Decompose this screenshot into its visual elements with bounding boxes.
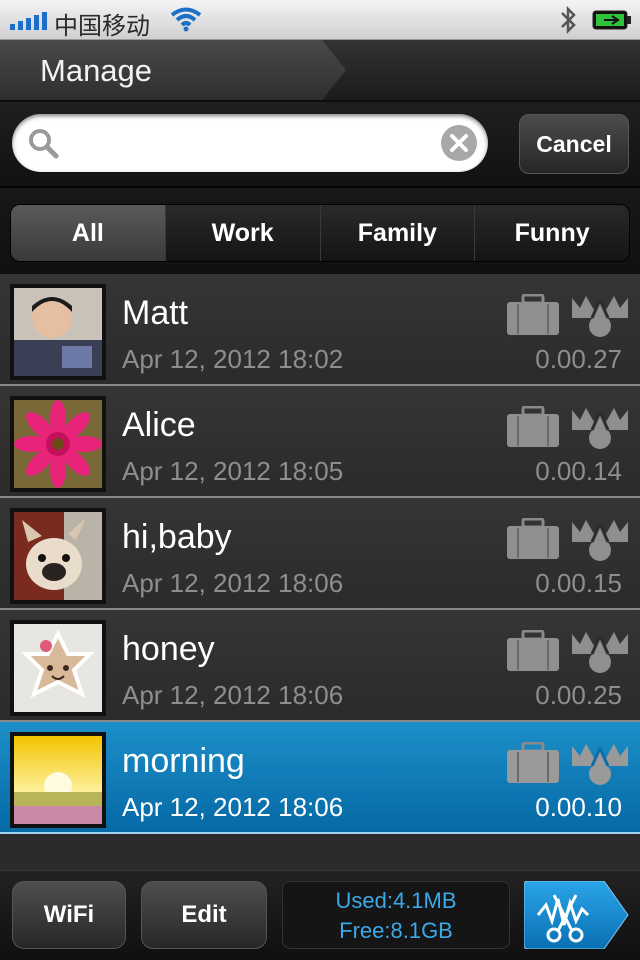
recording-duration: 0.00.15 <box>535 568 622 598</box>
thumbnail-pink-flower <box>10 396 106 492</box>
recording-date: Apr 12, 2012 18:06 <box>122 568 344 598</box>
recording-duration: 0.00.27 <box>535 344 622 374</box>
record-cut-button[interactable] <box>524 881 630 949</box>
clear-search-icon[interactable] <box>440 124 478 162</box>
recording-title: morning <box>122 742 245 780</box>
edit-button[interactable]: Edit <box>141 881 267 949</box>
thumbnail-child-photo <box>10 284 106 380</box>
page-title: Manage <box>40 53 153 88</box>
recording-duration: 0.00.25 <box>535 680 622 710</box>
recording-title: Alice <box>122 406 196 444</box>
search-input[interactable] <box>70 126 430 160</box>
list-item-selected[interactable]: morning Apr 12, 2012 18:06 0.00.10 <box>0 722 640 834</box>
briefcase-icon[interactable] <box>506 630 560 672</box>
search-bar: Cancel <box>0 102 640 188</box>
tab-family[interactable]: Family <box>320 205 476 261</box>
trim-scissors-icon[interactable] <box>572 406 628 450</box>
recording-date: Apr 12, 2012 18:06 <box>122 680 344 710</box>
list-item[interactable]: Alice Apr 12, 2012 18:05 0.00.14 <box>0 386 640 498</box>
tab-work[interactable]: Work <box>165 205 321 261</box>
storage-used: Used:4.1MB <box>335 888 457 913</box>
tab-all[interactable]: All <box>11 205 166 261</box>
briefcase-icon[interactable] <box>506 742 560 784</box>
recording-date: Apr 12, 2012 18:06 <box>122 792 344 822</box>
briefcase-icon[interactable] <box>506 518 560 560</box>
recording-title: Matt <box>122 294 189 332</box>
thumbnail-sunrise-field <box>10 732 106 828</box>
battery-charging-icon <box>592 10 631 30</box>
briefcase-icon[interactable] <box>506 294 560 336</box>
trim-scissors-icon[interactable] <box>572 630 628 674</box>
list-item[interactable]: honey Apr 12, 2012 18:06 0.00.25 <box>0 610 640 722</box>
wifi-icon <box>170 7 202 32</box>
cancel-button[interactable]: Cancel <box>519 114 629 174</box>
list-item[interactable]: hi,baby Apr 12, 2012 18:06 0.00.15 <box>0 498 640 610</box>
wifi-button[interactable]: WiFi <box>12 881 126 949</box>
carrier-name: 中国移动 <box>54 13 150 40</box>
bottom-toolbar: WiFi Edit Used:4.1MB Free:8.1GB <box>0 870 640 960</box>
search-field[interactable] <box>12 114 488 172</box>
navigation-bar: Manage <box>0 40 640 102</box>
storage-info: Used:4.1MB Free:8.1GB <box>282 881 510 949</box>
app-screen: 中国移动 Manage Cancel All Work Family Funny… <box>0 0 640 960</box>
recording-date: Apr 12, 2012 18:02 <box>122 344 344 374</box>
storage-free: Free:8.1GB <box>339 918 453 943</box>
recording-title: honey <box>122 630 215 668</box>
briefcase-icon[interactable] <box>506 406 560 448</box>
trim-scissors-icon[interactable] <box>572 294 628 338</box>
trim-scissors-icon[interactable] <box>572 518 628 562</box>
thumbnail-dog-photo <box>10 508 106 604</box>
category-tabs: All Work Family Funny <box>10 204 630 262</box>
search-icon <box>29 129 59 159</box>
category-tabs-bar: All Work Family Funny <box>0 188 640 274</box>
recording-date: Apr 12, 2012 18:05 <box>122 456 344 486</box>
thumbnail-cookie-photo <box>10 620 106 716</box>
trim-scissors-icon[interactable] <box>572 742 628 786</box>
tab-funny[interactable]: Funny <box>475 205 629 261</box>
signal-icon <box>10 12 50 30</box>
bluetooth-icon <box>561 5 576 35</box>
recording-title: hi,baby <box>122 518 232 556</box>
recordings-list: Matt Apr 12, 2012 18:02 0.00.27 Alice Ap… <box>0 274 640 836</box>
list-item[interactable]: Matt Apr 12, 2012 18:02 0.00.27 <box>0 274 640 386</box>
status-bar: 中国移动 <box>0 0 640 40</box>
recording-duration: 0.00.10 <box>535 792 622 822</box>
recording-duration: 0.00.14 <box>535 456 622 486</box>
